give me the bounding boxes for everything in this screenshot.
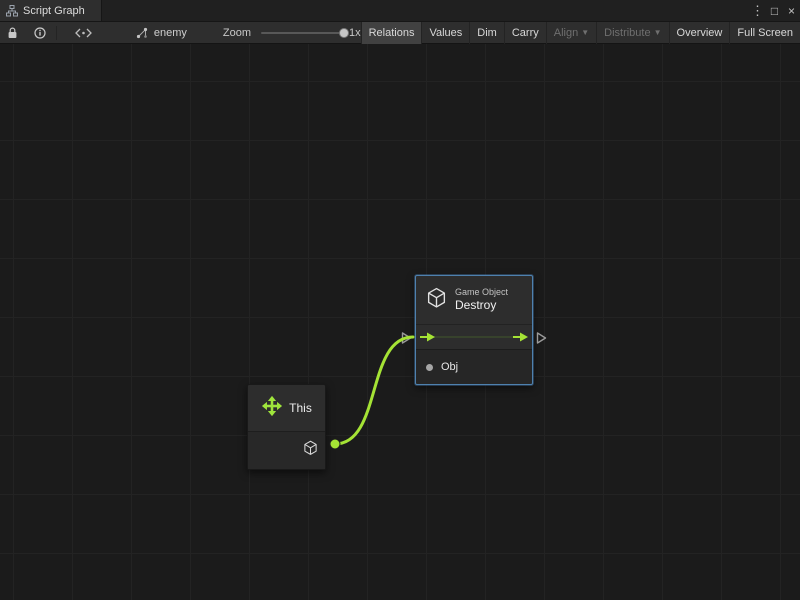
window-menu-icon[interactable]: ⋮ <box>749 0 766 21</box>
wire-layer <box>0 44 800 600</box>
distribute-dropdown-label: Distribute <box>604 27 650 39</box>
flow-output-port[interactable] <box>536 331 547 350</box>
graph-name-label: enemy <box>154 27 187 39</box>
toolbar-button-group: Relations Values Dim Carry Align ▼ Distr… <box>361 22 800 44</box>
flow-relation-line <box>433 336 515 338</box>
maximize-icon[interactable]: □ <box>766 0 783 21</box>
node-destroy-header: Game Object Destroy <box>416 276 532 324</box>
carry-button[interactable]: Carry <box>504 22 546 44</box>
carry-button-label: Carry <box>512 27 539 39</box>
close-icon[interactable]: × <box>783 0 800 21</box>
cube-icon <box>303 440 318 461</box>
node-this-header: This <box>248 385 325 431</box>
node-this[interactable]: This <box>247 384 326 470</box>
node-destroy-category: Game Object <box>455 287 508 298</box>
zoom-slider[interactable] <box>261 27 341 39</box>
node-this-title: This <box>289 401 312 415</box>
zoom-slider-handle[interactable] <box>339 28 349 38</box>
node-destroy-titles: Game Object Destroy <box>455 287 508 313</box>
tab-script-graph[interactable]: Script Graph <box>0 0 102 21</box>
toolbar-divider <box>56 26 57 40</box>
overview-button-label: Overview <box>677 27 723 39</box>
distribute-dropdown[interactable]: Distribute ▼ <box>596 22 668 44</box>
graph-asset-icon <box>132 22 152 44</box>
align-dropdown[interactable]: Align ▼ <box>546 22 596 44</box>
full-screen-button[interactable]: Full Screen <box>729 22 800 44</box>
graph-toolbar: enemy Zoom 1x Relations Values Dim Carry… <box>0 22 800 44</box>
chevron-down-icon: ▼ <box>581 29 589 37</box>
zoom-slider-track <box>261 32 341 34</box>
titlebar: Script Graph ⋮ □ × <box>0 0 800 22</box>
values-button-label: Values <box>429 27 462 39</box>
cube-icon <box>426 287 447 314</box>
obj-input-label: Obj <box>441 361 458 373</box>
chevron-down-icon: ▼ <box>654 29 662 37</box>
values-button[interactable]: Values <box>421 22 469 44</box>
info-icon[interactable] <box>30 22 50 44</box>
flow-in-arrow-icon[interactable] <box>420 332 435 342</box>
align-dropdown-label: Align <box>554 27 578 39</box>
move-arrows-icon <box>261 395 283 422</box>
flow-out-arrow-icon[interactable] <box>513 332 528 342</box>
node-destroy-title: Destroy <box>455 298 508 313</box>
script-graph-icon <box>6 5 18 17</box>
relations-button-label: Relations <box>369 27 415 39</box>
node-destroy-flow-row <box>416 324 532 349</box>
this-output-port[interactable] <box>330 439 340 449</box>
dim-button[interactable]: Dim <box>469 22 504 44</box>
connection-wire[interactable] <box>335 337 413 444</box>
node-this-footer <box>248 431 325 469</box>
overview-button[interactable]: Overview <box>669 22 730 44</box>
titlebar-spacer <box>102 0 749 21</box>
dim-button-label: Dim <box>477 27 497 39</box>
tab-title: Script Graph <box>23 5 85 17</box>
node-destroy[interactable]: Game Object Destroy Obj <box>415 275 533 385</box>
full-screen-button-label: Full Screen <box>737 27 793 39</box>
flow-input-port[interactable] <box>401 331 412 350</box>
obj-input-port[interactable] <box>426 364 433 371</box>
lock-icon[interactable] <box>3 22 22 44</box>
graph-canvas[interactable]: This <box>0 44 800 600</box>
zoom-value: 1x <box>349 27 361 39</box>
code-icon[interactable] <box>71 22 96 44</box>
relations-button[interactable]: Relations <box>361 22 422 44</box>
node-destroy-body: Obj <box>416 349 532 384</box>
zoom-label: Zoom <box>223 27 251 39</box>
